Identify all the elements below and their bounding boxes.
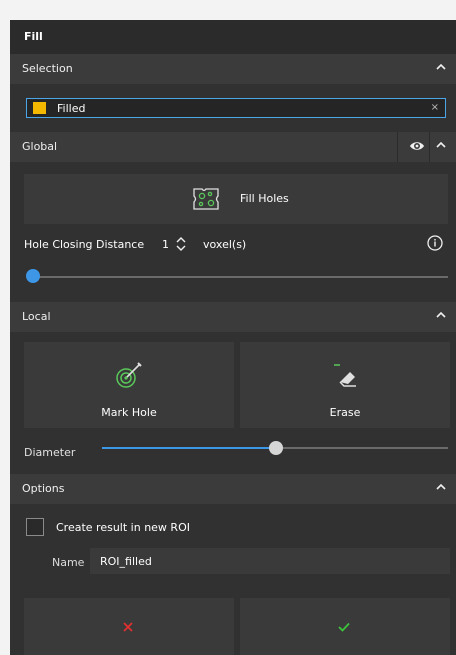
diameter-label: Diameter xyxy=(24,446,76,459)
chevron-up-icon[interactable] xyxy=(434,138,448,152)
roi-name-label: Name xyxy=(52,556,85,569)
roi-name-input[interactable]: ROI_filled xyxy=(90,548,450,574)
local-section-header[interactable]: Local xyxy=(10,302,456,332)
fill-holes-label: Fill Holes xyxy=(240,192,289,205)
panel-title: Fill xyxy=(24,30,43,43)
global-section-header[interactable]: Global xyxy=(10,132,456,162)
hole-closing-unit-label: voxel(s) xyxy=(203,238,247,251)
fill-holes-button[interactable]: Fill Holes xyxy=(24,174,448,224)
erase-button[interactable]: Erase xyxy=(240,342,450,428)
hole-closing-slider-handle[interactable] xyxy=(26,269,40,283)
selection-field[interactable]: Filled × xyxy=(26,98,446,118)
mark-hole-brush-icon xyxy=(116,362,142,388)
eraser-icon xyxy=(334,364,356,387)
chevron-up-icon[interactable] xyxy=(434,480,448,494)
roi-color-swatch xyxy=(33,102,46,114)
cancel-button[interactable] xyxy=(24,598,234,655)
create-new-roi-checkbox[interactable] xyxy=(26,518,44,536)
clear-selection-button[interactable]: × xyxy=(431,102,439,113)
erase-label: Erase xyxy=(329,406,361,419)
selection-section-title: Selection xyxy=(22,62,73,75)
diameter-slider-handle[interactable] xyxy=(269,441,283,455)
global-section-title: Global xyxy=(22,140,58,153)
x-icon xyxy=(123,622,133,632)
info-icon[interactable] xyxy=(426,234,444,252)
hole-closing-distance-value[interactable]: 1 xyxy=(162,238,169,251)
fill-panel: Fill Selection Filled × Global Fill Hole… xyxy=(10,20,456,655)
hole-closing-distance-label: Hole Closing Distance xyxy=(24,238,145,251)
header-divider xyxy=(429,132,430,162)
mark-hole-label: Mark Hole xyxy=(101,406,157,419)
create-new-roi-label[interactable]: Create result in new ROI xyxy=(56,521,190,534)
panel-title-bar: Fill xyxy=(10,20,456,54)
eye-icon[interactable] xyxy=(408,137,426,155)
options-section-header[interactable]: Options xyxy=(10,474,456,504)
ok-button[interactable] xyxy=(240,598,450,655)
checkmark-icon xyxy=(338,622,350,632)
mark-hole-button[interactable]: Mark Hole xyxy=(24,342,234,428)
diameter-slider-fill xyxy=(102,447,275,449)
spinner-arrows-icon[interactable] xyxy=(175,234,187,254)
header-divider xyxy=(397,132,398,162)
roi-name-value: ROI_filled xyxy=(100,555,152,568)
local-section-title: Local xyxy=(22,310,51,323)
chevron-up-icon[interactable] xyxy=(434,60,448,74)
fill-holes-icon xyxy=(193,188,219,210)
hole-closing-slider-track[interactable] xyxy=(32,276,448,278)
selected-roi-name: Filled xyxy=(57,102,86,115)
selection-section-header[interactable]: Selection xyxy=(10,54,456,84)
chevron-up-icon[interactable] xyxy=(434,308,448,322)
options-section-title: Options xyxy=(22,482,65,495)
